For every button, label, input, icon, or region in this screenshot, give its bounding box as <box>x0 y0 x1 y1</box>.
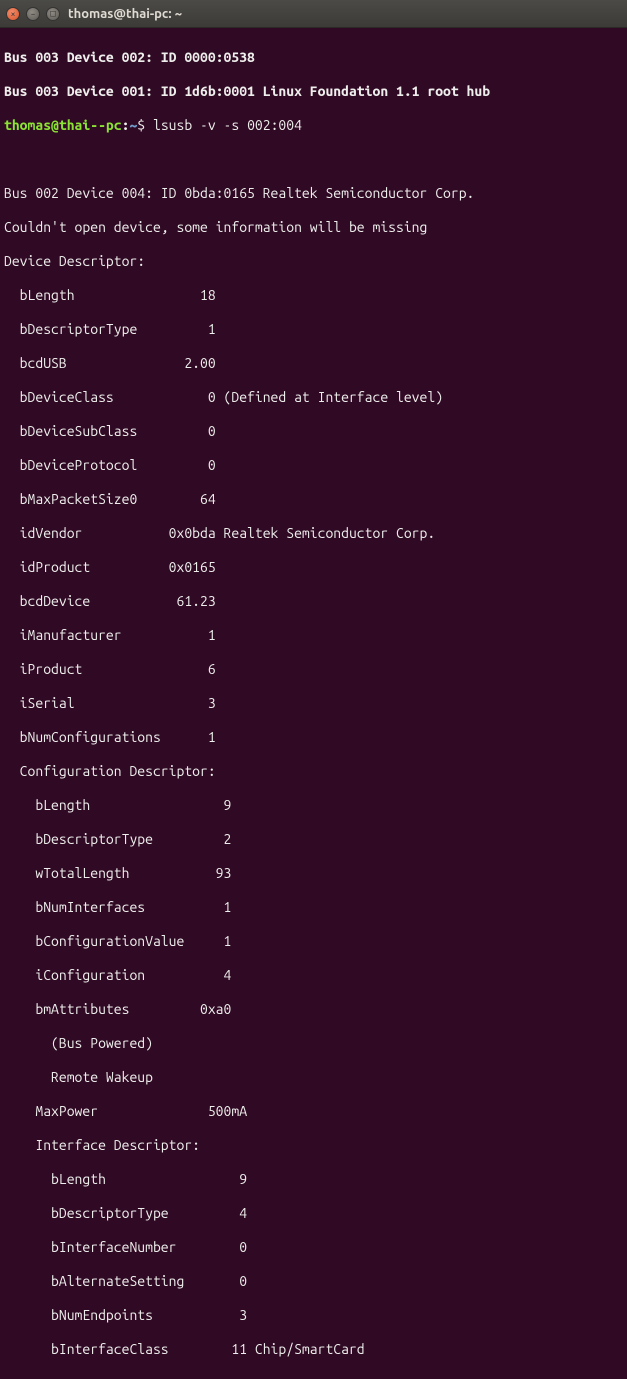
minimize-icon[interactable]: – <box>26 7 40 21</box>
output-line: bNumEndpoints 3 <box>4 1307 623 1324</box>
output-line: bInterfaceNumber 0 <box>4 1239 623 1256</box>
output-line: Bus 003 Device 001: ID 1d6b:0001 Linux F… <box>4 83 623 100</box>
prompt-dollar: $ <box>137 117 145 133</box>
maximize-icon[interactable]: □ <box>46 7 60 21</box>
output-line: bcdDevice 61.23 <box>4 593 623 610</box>
output-line: (Bus Powered) <box>4 1035 623 1052</box>
output-line: idProduct 0x0165 <box>4 559 623 576</box>
output-line: bAlternateSetting 0 <box>4 1273 623 1290</box>
close-icon[interactable]: × <box>6 7 20 21</box>
output-line: bNumConfigurations 1 <box>4 729 623 746</box>
prompt-line: thomas@thai--pc:~$ lsusb -v -s 002:004 <box>4 117 623 134</box>
output-line: Couldn't open device, some information w… <box>4 219 623 236</box>
output-line: bcdUSB 2.00 <box>4 355 623 372</box>
output-line: iManufacturer 1 <box>4 627 623 644</box>
output-line: Remote Wakeup <box>4 1069 623 1086</box>
output-line: bLength 9 <box>4 1171 623 1188</box>
output-line: bDeviceSubClass 0 <box>4 423 623 440</box>
output-line: Bus 002 Device 004: ID 0bda:0165 Realtek… <box>4 185 623 202</box>
output-line: Interface Descriptor: <box>4 1137 623 1154</box>
output-line: Device Descriptor: <box>4 253 623 270</box>
output-line: wTotalLength 93 <box>4 865 623 882</box>
output-line: bDescriptorType 1 <box>4 321 623 338</box>
window-button-group: × – □ <box>6 7 60 21</box>
output-line <box>4 151 623 168</box>
output-line: iConfiguration 4 <box>4 967 623 984</box>
output-line: bNumInterfaces 1 <box>4 899 623 916</box>
output-line: bConfigurationValue 1 <box>4 933 623 950</box>
output-line: bInterfaceClass 11 Chip/SmartCard <box>4 1341 623 1358</box>
terminal-viewport[interactable]: Bus 003 Device 002: ID 0000:0538 Bus 003… <box>0 28 627 1379</box>
output-line: bDeviceClass 0 (Defined at Interface lev… <box>4 389 623 406</box>
command-text: lsusb -v -s 002:004 <box>153 117 302 133</box>
window-title: thomas@thai-pc: ~ <box>68 7 182 21</box>
output-line: bmAttributes 0xa0 <box>4 1001 623 1018</box>
output-line: iSerial 3 <box>4 695 623 712</box>
output-line: idVendor 0x0bda Realtek Semiconductor Co… <box>4 525 623 542</box>
output-line: bDescriptorType 2 <box>4 831 623 848</box>
prompt-user-host: thomas@thai--pc <box>4 117 122 133</box>
output-line: Configuration Descriptor: <box>4 763 623 780</box>
output-line: Bus 003 Device 002: ID 0000:0538 <box>4 49 623 66</box>
output-line: bDeviceProtocol 0 <box>4 457 623 474</box>
output-line: bLength 18 <box>4 287 623 304</box>
output-line: iProduct 6 <box>4 661 623 678</box>
output-line: bDescriptorType 4 <box>4 1205 623 1222</box>
window-titlebar: × – □ thomas@thai-pc: ~ <box>0 0 627 28</box>
output-line: bMaxPacketSize0 64 <box>4 491 623 508</box>
output-line: bLength 9 <box>4 797 623 814</box>
output-line: MaxPower 500mA <box>4 1103 623 1120</box>
